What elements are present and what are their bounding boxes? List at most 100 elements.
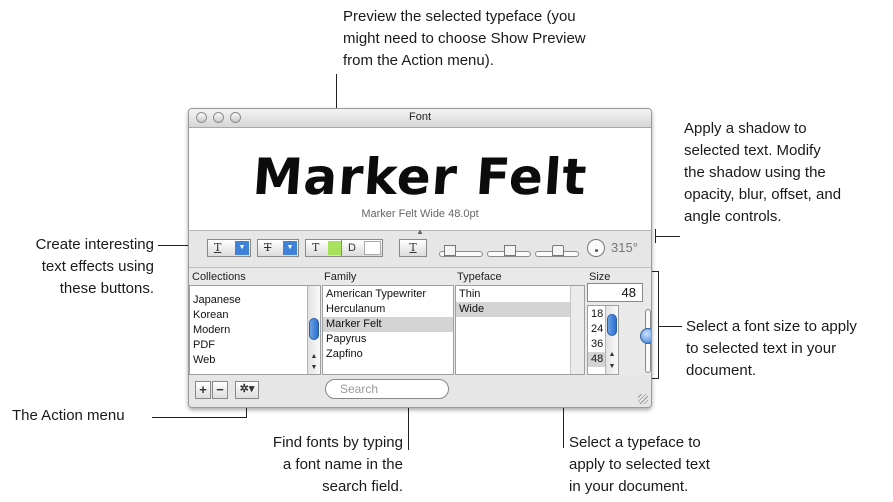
scroll-up-icon[interactable]: ▲ — [606, 350, 618, 360]
search-callout-line-1: Find fonts by typing — [272, 434, 403, 451]
shadow-blur-slider[interactable] — [487, 245, 531, 257]
add-collection-button[interactable]: + — [195, 381, 211, 399]
font-window: Font Marker Felt Marker Felt Wide 48.0pt… — [188, 108, 652, 408]
action-menu-button[interactable]: ✲▾ — [235, 381, 259, 399]
shadow-icon: T — [409, 241, 417, 254]
shadow-opacity-slider[interactable] — [439, 245, 483, 257]
action-callout: The Action menu — [12, 405, 125, 427]
collections-list[interactable]: Japanese Korean Modern PDF Web ▲ ▼ — [189, 285, 321, 375]
search-field[interactable]: Search — [325, 379, 449, 399]
search-callout: Find fonts by typing a font name in the … — [222, 432, 403, 498]
gear-icon: ✲▾ — [239, 383, 255, 395]
size-leader-line — [658, 326, 682, 327]
family-item[interactable]: Papyrus — [323, 332, 453, 347]
search-callout-line-2: a font name in the — [282, 456, 403, 473]
preview-callout-line-3: from the Action menu). — [343, 52, 494, 69]
scroll-down-icon[interactable]: ▼ — [606, 362, 618, 372]
collection-item[interactable]: Web — [190, 353, 320, 368]
shadow-button[interactable]: T — [399, 239, 427, 257]
family-list[interactable]: American Typewriter Herculanum Marker Fe… — [322, 285, 454, 375]
scroll-down-icon[interactable]: ▼ — [308, 363, 320, 373]
search-callout-line-3: search field. — [322, 478, 403, 495]
effects-callout: Create interesting text effects using th… — [4, 234, 154, 300]
size-input[interactable]: 48 — [587, 283, 643, 302]
effects-callout-line-1: Create interesting — [35, 236, 154, 253]
typeface-header: Typeface — [457, 271, 502, 283]
typeface-callout-line-2: apply to selected text — [569, 456, 710, 473]
strikethrough-button[interactable]: T ▼ — [257, 239, 299, 257]
preview-caption: Marker Felt Wide 48.0pt — [361, 208, 479, 220]
collections-scrollbar[interactable]: ▲ ▼ — [307, 286, 320, 374]
size-bracket-cap-top — [651, 271, 659, 272]
typeface-list[interactable]: Thin Wide — [455, 285, 585, 375]
size-callout: Select a font size to apply to selected … — [686, 316, 857, 382]
collections-header: Collections — [192, 271, 246, 283]
shadow-callout-line-4: opacity, blur, offset, and — [684, 186, 842, 203]
shadow-angle-dial[interactable] — [587, 239, 605, 257]
collection-item[interactable]: Japanese — [190, 293, 320, 308]
size-callout-line-3: document. — [686, 362, 757, 379]
size-scroll-thumb[interactable] — [607, 314, 617, 336]
size-header: Size — [589, 271, 611, 283]
shadow-callout-line-2: selected text. Modify — [684, 142, 821, 159]
effects-callout-line-2: text effects using — [41, 258, 154, 275]
typeface-item[interactable]: Thin — [456, 287, 584, 302]
family-item[interactable]: Herculanum — [323, 302, 453, 317]
underline-button[interactable]: T ▼ — [207, 239, 251, 257]
shadow-callout-line-1: Apply a shadow to — [684, 120, 807, 137]
size-bracket-cap-bottom — [651, 378, 659, 379]
scroll-up-icon[interactable]: ▲ — [308, 352, 320, 362]
family-item-selected[interactable]: Marker Felt — [323, 317, 453, 332]
text-color-icon: T — [312, 241, 320, 254]
document-color-button[interactable]: D — [341, 239, 383, 257]
chevron-down-icon: ▼ — [283, 241, 297, 255]
preview-callout-line-2: might need to choose Show Preview — [343, 30, 586, 47]
bottom-bar: + − ✲▾ Search — [189, 375, 651, 407]
size-callout-line-2: to selected text in your — [686, 340, 837, 357]
dial-indicator-icon — [595, 249, 598, 252]
preview-toggle-handle[interactable]: ▲ — [414, 227, 426, 236]
strikethrough-icon: T — [264, 241, 272, 254]
chevron-down-icon: ▼ — [235, 241, 249, 255]
shadow-bracket-stub — [666, 236, 680, 237]
action-callout-text: The Action menu — [12, 407, 125, 424]
shadow-offset-slider[interactable] — [535, 245, 579, 257]
title-bar[interactable]: Font — [189, 109, 651, 128]
shadow-bracket-top — [655, 229, 656, 236]
action-leader-horizontal — [152, 417, 247, 418]
shadow-offset-knob[interactable] — [552, 245, 564, 256]
collections-scroll-thumb[interactable] — [309, 318, 319, 340]
preview-callout: Preview the selected typeface (you might… — [343, 6, 586, 72]
family-item[interactable]: American Typewriter — [323, 287, 453, 302]
effects-toolbar: ▲ T ▼ T ▼ T D T 315° — [189, 227, 651, 268]
preview-sample-text: Marker Felt — [250, 148, 590, 206]
typeface-callout: Select a typeface to apply to selected t… — [569, 432, 710, 498]
collection-item[interactable]: PDF — [190, 338, 320, 353]
shadow-callout-line-3: the shadow using the — [684, 164, 826, 181]
resize-grip-icon[interactable] — [638, 394, 648, 404]
remove-collection-button[interactable]: − — [212, 381, 228, 399]
family-item[interactable]: Zapfino — [323, 347, 453, 362]
typeface-item-selected[interactable]: Wide — [456, 302, 570, 317]
typeface-callout-line-3: in your document. — [569, 478, 689, 495]
shadow-callout: Apply a shadow to selected text. Modify … — [684, 118, 841, 228]
family-header: Family — [324, 271, 357, 283]
size-scrollbar[interactable]: ▲ ▼ — [605, 306, 618, 374]
underline-icon: T — [214, 241, 222, 254]
size-slider[interactable] — [640, 309, 651, 373]
window-title: Font — [408, 111, 431, 123]
effects-callout-line-3: these buttons. — [59, 280, 154, 297]
shadow-bracket-bottom — [655, 236, 656, 243]
shadow-blur-knob[interactable] — [504, 245, 516, 256]
size-list[interactable]: 18 24 36 48 ▲ ▼ — [587, 305, 619, 375]
shadow-opacity-knob[interactable] — [444, 245, 456, 256]
document-color-swatch — [364, 241, 381, 255]
font-preview-pane: Marker Felt Marker Felt Wide 48.0pt — [189, 128, 651, 231]
collection-item[interactable]: Korean — [190, 308, 320, 323]
typeface-scrollbar-track[interactable] — [570, 286, 584, 374]
typeface-callout-line-1: Select a typeface to — [569, 434, 701, 451]
shadow-angle-value: 315° — [611, 240, 638, 255]
preview-callout-line-1: Preview the selected typeface (you — [343, 8, 576, 25]
size-slider-knob[interactable] — [640, 328, 651, 344]
collection-item[interactable]: Modern — [190, 323, 320, 338]
